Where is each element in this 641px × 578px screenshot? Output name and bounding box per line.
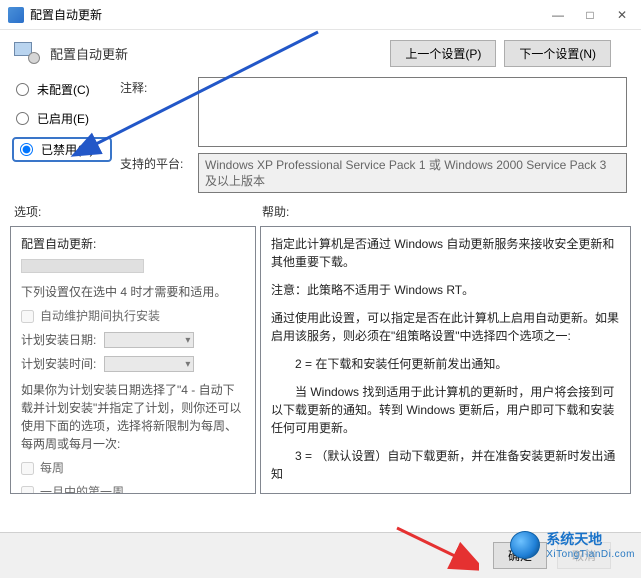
help-p2: 注意：此策略不适用于 Windows RT。 [271,281,620,299]
upper-section: 未配置(C) 已启用(E) 已禁用(D) 注释: 支持的平台: Windows … [0,73,641,201]
options-panel[interactable]: 配置自动更新: 下列设置仅在选中 4 时才需要和适用。 自动维护期间执行安装 计… [10,226,256,494]
title-bar: 配置自动更新 — □ ✕ [0,0,641,30]
first-week-checkbox-label: 一月中的第一周 [40,483,124,494]
panels: 配置自动更新: 下列设置仅在选中 4 时才需要和适用。 自动维护期间执行安装 计… [10,226,631,494]
schedule-day-label: 计划安装日期: [21,331,96,349]
maintenance-checkbox-label: 自动维护期间执行安装 [40,307,160,325]
schedule-time-row: 计划安装时间: [21,355,245,373]
help-p6: 3 = （默认设置）自动下载更新，并在准备安装更新时发出通知 [271,447,620,483]
schedule-day-select[interactable] [104,332,194,348]
options-paragraph: 如果你为计划安装日期选择了"4 - 自动下载并计划安装"并指定了计划，则你还可以… [21,381,245,453]
weekly-checkbox-label: 每周 [40,459,64,477]
first-week-checkbox[interactable]: 一月中的第一周 [21,483,245,494]
previous-setting-button[interactable]: 上一个设置(P) [390,40,496,67]
radio-enabled-label: 已启用(E) [37,110,89,127]
maintenance-checkbox-input[interactable] [21,310,34,323]
radio-disabled-label: 已禁用(D) [41,141,94,158]
help-panel[interactable]: 指定此计算机是否通过 Windows 自动更新服务来接收安全更新和其他重要下载。… [260,226,631,494]
radio-not-configured-label: 未配置(C) [37,81,90,98]
nav-buttons: 上一个设置(P) 下一个设置(N) [390,40,627,67]
schedule-day-row: 计划安装日期: [21,331,245,349]
help-p1: 指定此计算机是否通过 Windows 自动更新服务来接收安全更新和其他重要下载。 [271,235,620,271]
supported-platforms: Windows XP Professional Service Pack 1 或… [198,153,627,193]
minimize-button[interactable]: — [551,8,565,22]
comment-label: 注释: [120,77,190,96]
options-note: 下列设置仅在选中 4 时才需要和适用。 [21,283,245,301]
help-p4: 2 = 在下载和安装任何更新前发出通知。 [271,355,620,373]
config-dropdown[interactable] [21,259,144,273]
help-p5: 当 Windows 找到适用于此计算机的更新时，用户将会接到可以下载更新的通知。… [271,383,620,437]
radio-not-configured-input[interactable] [16,83,29,96]
policy-icon [14,42,42,66]
comment-textarea[interactable] [198,77,627,147]
fields-grid: 注释: 支持的平台: Windows XP Professional Servi… [120,77,627,193]
next-setting-button[interactable]: 下一个设置(N) [504,40,611,67]
help-header: 帮助: [262,203,627,220]
maintenance-checkbox[interactable]: 自动维护期间执行安装 [21,307,245,325]
options-header: 选项: [14,203,262,220]
first-week-checkbox-input[interactable] [21,486,34,495]
column-headers: 选项: 帮助: [0,201,641,222]
maximize-button[interactable]: □ [583,8,597,22]
radio-enabled-input[interactable] [16,112,29,125]
radio-not-configured[interactable]: 未配置(C) [14,81,110,98]
platform-label: 支持的平台: [120,153,190,172]
page-title: 配置自动更新 [50,44,128,63]
cancel-button[interactable]: 取消 [557,542,611,569]
schedule-time-label: 计划安装时间: [21,355,96,373]
schedule-time-select[interactable] [104,356,194,372]
footer: 确定 取消 [0,532,641,578]
radio-disabled[interactable]: 已禁用(D) [14,139,110,160]
radio-disabled-input[interactable] [20,143,33,156]
weekly-checkbox-input[interactable] [21,462,34,475]
help-p3: 通过使用此设置，可以指定是否在此计算机上启用自动更新。如果启用该服务，则必须在"… [271,309,620,345]
window-controls: — □ ✕ [551,8,633,22]
window-title: 配置自动更新 [30,6,102,23]
header: 配置自动更新 上一个设置(P) 下一个设置(N) [0,30,641,73]
state-radios: 未配置(C) 已启用(E) 已禁用(D) [14,77,110,193]
close-button[interactable]: ✕ [615,8,629,22]
weekly-checkbox[interactable]: 每周 [21,459,245,477]
help-p7: Windows 查找适用于此计算机的更新，并在后台下载这些更新（在此过程中，用户… [271,493,620,494]
options-title: 配置自动更新: [21,235,245,253]
ok-button[interactable]: 确定 [493,542,547,569]
radio-enabled[interactable]: 已启用(E) [14,110,110,127]
app-icon [8,7,24,23]
